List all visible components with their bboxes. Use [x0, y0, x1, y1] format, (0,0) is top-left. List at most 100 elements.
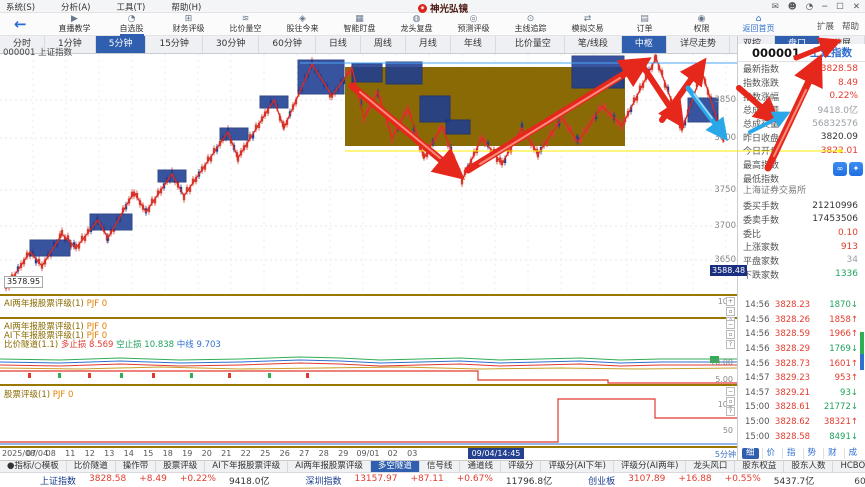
- toolbar-item[interactable]: ◔ 自选股: [103, 13, 160, 36]
- indicator-tab[interactable]: 股东权益: [735, 461, 784, 472]
- toolbar-link[interactable]: 帮助: [842, 20, 859, 32]
- toolbar-item[interactable]: ▦ 智能盯盘: [331, 13, 388, 36]
- menu-item[interactable]: 分析(A): [61, 1, 90, 13]
- x-axis-date: 12: [80, 448, 100, 460]
- toolbar-item[interactable]: ⊞ 财务评级: [160, 13, 217, 36]
- period-tab[interactable]: 15分钟: [146, 36, 202, 53]
- pane-menu-icon[interactable]: ▫: [726, 330, 735, 339]
- period-tab[interactable]: 周线: [361, 36, 406, 53]
- indicator-tab[interactable]: 信号线: [420, 461, 461, 472]
- signal-markers: [28, 373, 309, 378]
- pane-separator[interactable]: [0, 384, 737, 386]
- indicator-tab[interactable]: 比价隧道: [67, 461, 116, 472]
- toolbar-item[interactable]: ≋ 比价量空: [217, 13, 274, 36]
- toolbar-item[interactable]: ▤ 订单: [616, 13, 673, 36]
- index-quote-group[interactable]: 深圳指数 13157.97 +87.11 +0.67% 11796.8亿: [305, 474, 552, 487]
- indicator-tab[interactable]: AI两年报股票评级: [288, 461, 371, 472]
- indicator-tab[interactable]: ●指标/○模板: [0, 461, 67, 472]
- indicator-tab[interactable]: 评级分: [501, 461, 542, 472]
- indicator-tab[interactable]: 龙头风口: [686, 461, 735, 472]
- pane3-scale: 50: [703, 426, 733, 435]
- finance-rating-icon: ⊞: [160, 14, 217, 24]
- quote-row: 今日开盘 3822.01: [738, 144, 865, 158]
- toolbar-item[interactable]: ◍ 龙头复盘: [388, 13, 445, 36]
- period-tab[interactable]: 30分钟: [203, 36, 259, 53]
- panel-mini-tab[interactable]: 指: [782, 448, 800, 459]
- minimize-icon[interactable]: ─: [822, 2, 827, 12]
- back-arrow-icon[interactable]: ←: [14, 14, 27, 35]
- quote-row: 委卖手数 17453506: [738, 213, 865, 227]
- toolbar-item[interactable]: ◎ 预测评级: [445, 13, 502, 36]
- expand-icon[interactable]: +: [726, 297, 735, 306]
- close-icon[interactable]: ✕: [853, 2, 860, 12]
- index-quote-group[interactable]: 创业板 3107.89 +16.88 +0.55% 5437.7亿: [588, 474, 814, 487]
- panel-mini-tab[interactable]: 成: [844, 448, 862, 459]
- menu-bar: 系统(S) 分析(A) 工具(T) 帮助(H): [6, 1, 201, 13]
- app-window: 系统(S)分析(A)工具(T)帮助(H) ✷ 神光弘镜 ✉ ☻ ◔ ─ ☐ ✕ …: [0, 0, 865, 487]
- menu-item[interactable]: 系统(S): [6, 1, 35, 13]
- maximize-icon[interactable]: ☐: [836, 2, 844, 12]
- period-tab[interactable]: 月线: [406, 36, 451, 53]
- view-tab[interactable]: 中枢: [622, 36, 667, 53]
- view-tab[interactable]: 比价量空: [502, 36, 565, 53]
- scrollbar-thumb[interactable]: [860, 354, 864, 370]
- indicator-tab[interactable]: 通道线: [460, 461, 501, 472]
- index-quote-group[interactable]: 上证指数 3828.58 +8.49 +0.22% 9418.0亿: [40, 474, 269, 487]
- pane-menu-icon[interactable]: ▫: [726, 307, 735, 316]
- panel-mini-tab[interactable]: 细: [742, 448, 759, 459]
- scrollbar-segment[interactable]: [860, 332, 864, 354]
- panel-mini-tab[interactable]: 势: [803, 448, 821, 459]
- indicator-tab[interactable]: 股票评级: [156, 461, 205, 472]
- toolbar-item[interactable]: ⌂ 返回首页: [730, 13, 787, 36]
- toolbar-item[interactable]: ◉ 权限: [673, 13, 730, 36]
- panel-mini-tab[interactable]: 价: [762, 448, 780, 459]
- low-price-label: 3578.95: [4, 276, 43, 288]
- pane2-canvas[interactable]: [0, 319, 737, 384]
- pane-separator[interactable]: [0, 294, 737, 296]
- big-order-ticker[interactable]: 605599 大单卖出 775手: [854, 474, 865, 487]
- indicator-tab[interactable]: AI下年报股票评级: [205, 461, 288, 472]
- panel-divider[interactable]: [737, 36, 738, 460]
- collapse-icon[interactable]: −: [726, 320, 735, 329]
- sim-trade-icon: ⇄: [559, 14, 616, 24]
- tick-row: 14:57 3829.23 953↑: [738, 371, 865, 386]
- quote-name[interactable]: 上证指数: [810, 45, 852, 60]
- period-tab[interactable]: 5分钟: [96, 36, 147, 53]
- indicator-tab[interactable]: 股东人数: [784, 461, 833, 472]
- float-app-icon[interactable]: ∞: [833, 162, 847, 176]
- indicator-tab[interactable]: 多空隧道: [371, 461, 420, 472]
- quote-symbol: 000001: [752, 46, 800, 60]
- help-icon[interactable]: ?: [726, 407, 735, 416]
- mail-icon[interactable]: ✉: [772, 2, 779, 12]
- quote-panel: 000001 上证指数 最新指数 3828.58 指数涨跌 8.49 指数涨幅 …: [738, 44, 865, 460]
- user-icon[interactable]: ☻: [788, 2, 797, 12]
- period-tab[interactable]: 日线: [316, 36, 361, 53]
- pane-separator[interactable]: [0, 317, 737, 319]
- indicator-tab[interactable]: 评级分(AI下年): [541, 461, 613, 472]
- pane-menu-icon[interactable]: ▫: [726, 397, 735, 406]
- indicator-tab[interactable]: HCBOLL: [833, 461, 865, 472]
- toolbar-item[interactable]: ◈ 股往今来: [274, 13, 331, 36]
- view-tab[interactable]: 详尽走势: [667, 36, 730, 53]
- view-tab[interactable]: 笔/线段: [565, 36, 622, 53]
- period-tab[interactable]: 60分钟: [259, 36, 315, 53]
- indicator-tab[interactable]: 操作带: [116, 461, 157, 472]
- indicator-tab[interactable]: 评级分(AI两年): [614, 461, 686, 472]
- menu-item[interactable]: 工具(T): [116, 1, 145, 13]
- bell-icon[interactable]: ◔: [806, 2, 813, 12]
- pane2-scale: 10.00: [703, 358, 733, 367]
- brand-logo-icon: ✷: [418, 4, 427, 13]
- toolbar-item[interactable]: ⊙ 主线追踪: [502, 13, 559, 36]
- toolbar-item[interactable]: ⇄ 模拟交易: [559, 13, 616, 36]
- pane3-canvas[interactable]: [0, 386, 737, 446]
- help-icon[interactable]: ?: [726, 340, 735, 349]
- toolbar-link[interactable]: 扩展: [817, 20, 834, 32]
- float-app-icon[interactable]: ✦: [849, 162, 863, 176]
- panel-mini-tab[interactable]: 财: [823, 448, 841, 459]
- toolbar-item[interactable]: ▶ 直播教学: [46, 13, 103, 36]
- menu-item[interactable]: 帮助(H): [171, 1, 201, 13]
- tick-list[interactable]: 14:56 3828.23 1870↓ 14:56 3828.26 1858↑ …: [738, 298, 865, 444]
- collapse-icon[interactable]: −: [726, 387, 735, 396]
- period-tab[interactable]: 年线: [451, 36, 496, 53]
- main-chart-canvas[interactable]: [0, 54, 737, 294]
